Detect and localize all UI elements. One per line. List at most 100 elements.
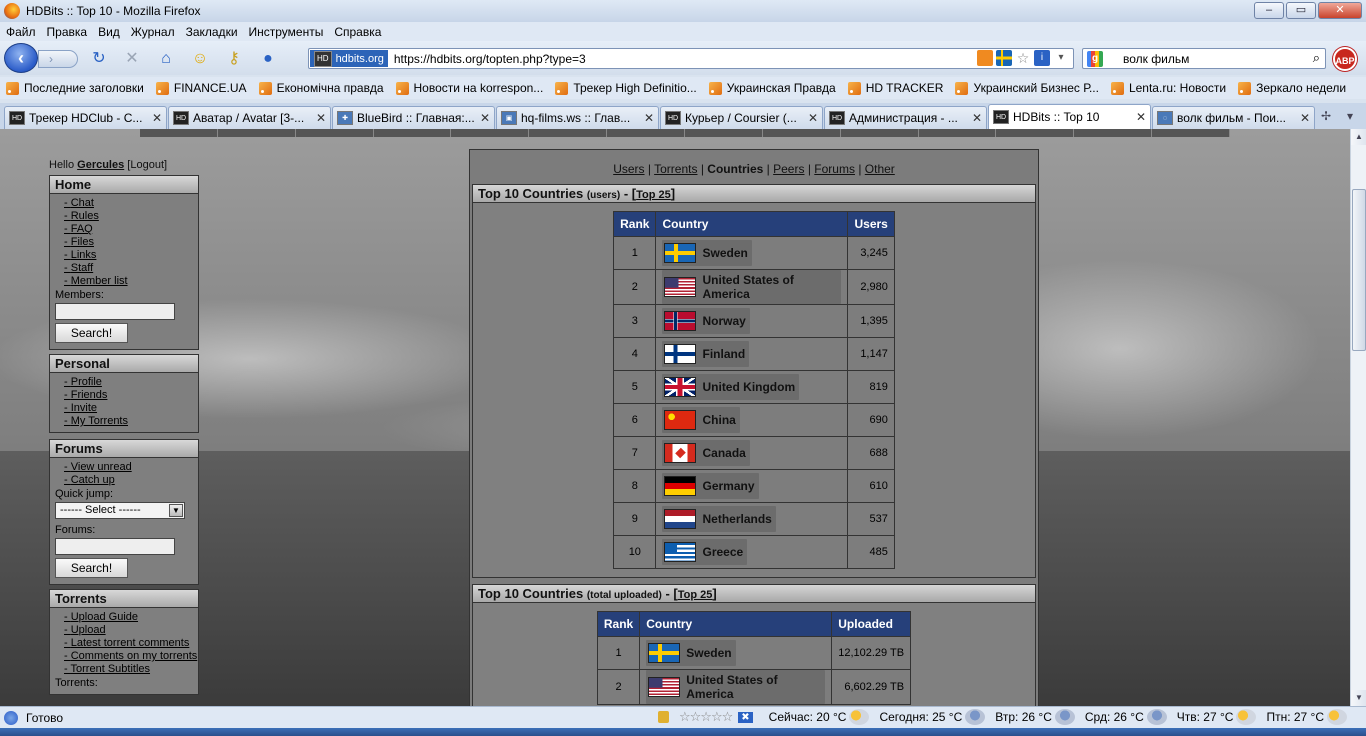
tab-close-icon[interactable]: ✕ xyxy=(1300,111,1310,125)
scroll-up-icon[interactable]: ▲ xyxy=(1351,129,1366,145)
link-latest-comments[interactable]: Latest torrent comments xyxy=(50,637,198,650)
menu-help[interactable]: Справка xyxy=(334,25,381,39)
tab-close-icon[interactable]: ✕ xyxy=(644,111,654,125)
new-tab-icon[interactable]: ✢ xyxy=(1316,106,1336,126)
country-link[interactable]: Sweden xyxy=(662,240,752,266)
topnav-item[interactable] xyxy=(840,129,919,137)
tab-close-icon[interactable]: ✕ xyxy=(480,111,490,125)
weather-day[interactable]: Втр: 26 °C xyxy=(995,709,1075,725)
menu-edit[interactable]: Правка xyxy=(47,25,88,39)
bookmark-item[interactable]: Украинский Бизнес Р... xyxy=(955,81,1099,95)
link-faq[interactable]: FAQ xyxy=(50,223,198,236)
dropdown-arrow-icon[interactable]: ▾ xyxy=(1053,50,1069,66)
topnav-item[interactable] xyxy=(529,129,608,137)
tab-hdclub[interactable]: HD Трекер HDClub - С... ✕ xyxy=(4,106,167,129)
quick-jump-select[interactable]: ------ Select ------ ▼ xyxy=(55,502,185,519)
bookmark-star-icon[interactable]: ☆ xyxy=(1015,50,1031,66)
smiley-icon[interactable]: ☺ xyxy=(190,49,210,69)
minimize-button[interactable]: – xyxy=(1254,2,1284,19)
sublink-forums[interactable]: Forums xyxy=(814,162,855,176)
tab-wolf-film-search[interactable]: ◌ волк фильм - Пои... ✕ xyxy=(1152,106,1315,129)
chevron-down-icon[interactable]: ▼ xyxy=(169,504,183,517)
bookmark-item[interactable]: Lenta.ru: Новости xyxy=(1110,81,1226,95)
stop-icon[interactable]: ✕ xyxy=(122,49,142,69)
tab-administration[interactable]: HD Администрация - ... ✕ xyxy=(824,106,987,129)
tab-hdbits-top10[interactable]: HD HDBits :: Top 10 ✕ xyxy=(988,104,1151,129)
site-identity-button[interactable]: HD hdbits.org xyxy=(310,50,388,67)
sublink-other[interactable]: Other xyxy=(865,162,895,176)
link-rules[interactable]: Rules xyxy=(50,210,198,223)
address-bar[interactable]: HD hdbits.org https://hdbits.org/topten.… xyxy=(308,48,1074,69)
bookmark-item[interactable]: Новости на korrespon... xyxy=(395,81,543,95)
link-friends[interactable]: Friends xyxy=(50,389,198,402)
menu-bookmarks[interactable]: Закладки xyxy=(186,25,238,39)
sublink-torrents[interactable]: Torrents xyxy=(654,162,697,176)
link-catch-up[interactable]: Catch up xyxy=(50,474,198,487)
tab-close-icon[interactable]: ✕ xyxy=(972,111,982,125)
bookmark-item[interactable]: FINANCE.UA xyxy=(155,81,247,95)
link-comments-my-torrents[interactable]: Comments on my torrents xyxy=(50,650,198,663)
weather-day[interactable]: Срд: 26 °C xyxy=(1085,709,1167,725)
tab-close-icon[interactable]: ✕ xyxy=(1136,110,1146,124)
tab-bluebird[interactable]: ✚ BlueBird :: Главная:... ✕ xyxy=(332,106,495,129)
country-link[interactable]: Norway xyxy=(662,308,750,334)
tab-avatar[interactable]: HD Аватар / Avatar [3-... ✕ xyxy=(168,106,331,129)
link-chat[interactable]: Chat xyxy=(50,197,198,210)
bookmark-item[interactable]: Украинская Правда xyxy=(708,81,836,95)
link-profile[interactable]: Profile xyxy=(50,376,198,389)
link-my-torrents[interactable]: My Torrents xyxy=(50,415,198,428)
close-button[interactable]: ✕ xyxy=(1318,2,1362,19)
menu-tools[interactable]: Инструменты xyxy=(249,25,324,39)
forward-button[interactable]: › xyxy=(38,50,78,68)
members-search-input[interactable] xyxy=(55,303,175,320)
scrollbar-thumb[interactable] xyxy=(1352,189,1366,351)
topnav-item[interactable] xyxy=(762,129,841,137)
topnav-item[interactable] xyxy=(373,129,452,137)
topnav-item[interactable] xyxy=(140,129,218,137)
bookmark-item[interactable]: HD TRACKER xyxy=(847,81,943,95)
search-icon[interactable]: ⌕ xyxy=(1313,50,1320,66)
search-box[interactable]: g волк фильм ⌕ xyxy=(1082,48,1326,69)
topnav-item[interactable] xyxy=(295,129,374,137)
key-icon[interactable]: ⚷ xyxy=(224,49,244,69)
vertical-scrollbar[interactable]: ▲ ▼ xyxy=(1350,129,1366,706)
menu-view[interactable]: Вид xyxy=(98,25,120,39)
link-invite[interactable]: Invite xyxy=(50,402,198,415)
link-upload-guide[interactable]: Upload Guide xyxy=(50,611,198,624)
link-member-list[interactable]: Member list xyxy=(50,275,198,288)
sweden-flag-icon[interactable] xyxy=(996,50,1012,66)
menu-history[interactable]: Журнал xyxy=(131,25,175,39)
topnav-item[interactable] xyxy=(1074,129,1153,137)
tab-close-icon[interactable]: ✕ xyxy=(316,111,326,125)
country-link[interactable]: Netherlands xyxy=(662,506,776,532)
country-link[interactable]: Sweden xyxy=(646,640,736,666)
scroll-down-icon[interactable]: ▼ xyxy=(1351,690,1366,706)
weather-day[interactable]: Птн: 27 °C xyxy=(1266,709,1348,725)
topnav-item[interactable] xyxy=(1152,129,1230,137)
link-links[interactable]: Links xyxy=(50,249,198,262)
country-link[interactable]: United States of America xyxy=(646,670,826,704)
rating-stars-icon[interactable]: ☆☆☆☆☆ xyxy=(679,709,733,725)
maximize-button[interactable]: ▭ xyxy=(1286,2,1316,19)
forums-search-input[interactable] xyxy=(55,538,175,555)
google-icon[interactable]: g xyxy=(1087,50,1103,67)
addon-icon[interactable]: ● xyxy=(258,49,278,69)
sublink-peers[interactable]: Peers xyxy=(773,162,804,176)
country-link[interactable]: China xyxy=(662,407,740,433)
link-upload[interactable]: Upload xyxy=(50,624,198,637)
reload-icon[interactable]: ↻ xyxy=(89,49,109,69)
country-link[interactable]: United Kingdom xyxy=(662,374,800,400)
topnav-item[interactable] xyxy=(996,129,1075,137)
bookmark-item[interactable]: Зеркало недели xyxy=(1238,81,1346,95)
back-button[interactable]: ‹ xyxy=(4,43,38,73)
rss-icon[interactable] xyxy=(977,50,993,66)
tab-list-icon[interactable]: ▾ xyxy=(1340,106,1360,126)
topnav-item[interactable] xyxy=(217,129,296,137)
weather-day[interactable]: Сейчас: 20 °C xyxy=(769,709,870,725)
forums-search-button[interactable]: Search! xyxy=(55,558,128,578)
lock-icon[interactable] xyxy=(658,711,669,723)
country-link[interactable]: United States of America xyxy=(662,270,842,304)
bookmark-item[interactable]: Трекер High Definitio... xyxy=(555,81,697,95)
addon-x-icon[interactable]: ✖ xyxy=(738,711,753,723)
menu-file[interactable]: Файл xyxy=(6,25,36,39)
